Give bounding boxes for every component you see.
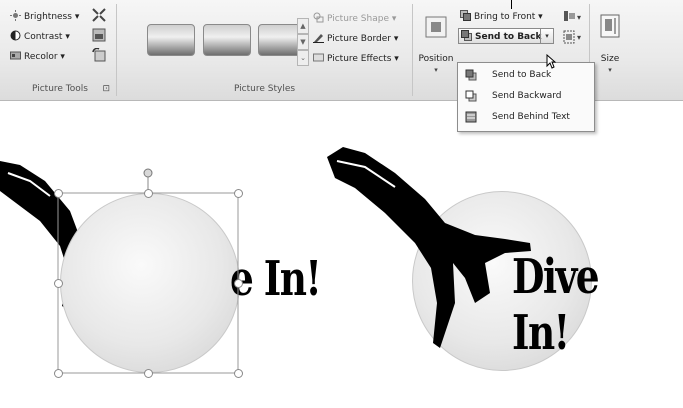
svg-text:▾: ▾ — [577, 33, 581, 42]
diver-clipart-right[interactable] — [325, 143, 540, 358]
size-group: Size ▾ — [590, 4, 630, 96]
resize-handle-top[interactable] — [144, 189, 153, 198]
shapes-icon — [313, 12, 324, 23]
contrast-label: Contrast — [24, 32, 63, 42]
recolor-label: Recolor — [24, 52, 58, 62]
dive-in-text-right: Dive In! — [512, 249, 600, 361]
picture-style-thumbnail-2[interactable] — [203, 24, 251, 56]
brightness-button[interactable]: Brightness ▾ — [10, 10, 79, 23]
sun-icon — [10, 10, 21, 21]
picture-styles-label: Picture Styles — [233, 84, 296, 94]
picture-tools-label: Picture Tools ⊡ — [32, 84, 110, 94]
callout-line — [511, 0, 512, 9]
size-dropdown-arrow: ▾ — [608, 66, 612, 74]
send-backward-icon — [465, 90, 477, 102]
menu-item-send-behind-text[interactable]: Send Behind Text — [458, 107, 594, 127]
bring-to-front-icon — [460, 10, 471, 21]
bring-to-front-button[interactable]: Bring to Front ▾ — [460, 10, 543, 23]
gallery-scroll-up[interactable]: ▲ — [297, 18, 309, 34]
position-dropdown-arrow: ▾ — [434, 66, 438, 74]
resize-handle-bottom[interactable] — [144, 369, 153, 378]
send-to-back-icon — [461, 30, 472, 41]
align-icon[interactable]: ▾ — [563, 10, 583, 22]
resize-handle-right[interactable] — [234, 279, 243, 288]
pen-icon — [313, 34, 324, 43]
picture-tools-group: Brightness ▾ Contrast ▾ Recolor ▾ Pictur… — [4, 4, 117, 96]
menu-item-send-to-back[interactable]: Send to Back — [458, 65, 594, 85]
send-to-back-split-button[interactable]: Send to Back ▾ — [458, 28, 554, 44]
resize-handle-left[interactable] — [54, 279, 63, 288]
position-button[interactable]: Position ▾ — [417, 10, 455, 80]
resize-handle-bottom-left[interactable] — [54, 369, 63, 378]
menu-item-label: Send Backward — [492, 91, 562, 101]
compress-pictures-icon[interactable] — [92, 8, 106, 22]
menu-item-label: Send Behind Text — [492, 112, 570, 122]
size-button[interactable]: Size ▾ — [592, 8, 628, 80]
send-behind-text-icon — [465, 111, 477, 123]
picture-style-thumbnail-1[interactable] — [147, 24, 195, 56]
brightness-label: Brightness — [24, 12, 72, 22]
recolor-button[interactable]: Recolor ▾ — [10, 50, 65, 63]
picture-styles-group: ▲ ▼ ⌄ Picture Shape ▾ Picture Border ▾ P… — [117, 4, 413, 96]
picture-border-label: Picture Border — [327, 34, 391, 44]
gallery-scroll-down[interactable]: ▼ — [297, 34, 309, 50]
size-icon — [600, 14, 620, 38]
size-label: Size — [600, 54, 620, 64]
dialog-launcher-icon[interactable]: ⊡ — [102, 84, 110, 94]
svg-text:▾: ▾ — [577, 13, 581, 22]
position-icon — [425, 16, 447, 38]
recolor-icon — [10, 51, 21, 60]
menu-item-label: Send to Back — [492, 70, 552, 80]
contrast-icon — [10, 30, 21, 41]
send-to-back-dropdown-arrow[interactable]: ▾ — [540, 29, 553, 43]
send-to-back-menu-icon — [465, 69, 477, 81]
picture-shape-label: Picture Shape — [327, 14, 389, 24]
selection-box — [57, 168, 239, 374]
menu-item-send-backward[interactable]: Send Backward — [458, 86, 594, 106]
picture-shape-button[interactable]: Picture Shape ▾ — [313, 12, 396, 25]
resize-handle-bottom-right[interactable] — [234, 369, 243, 378]
picture-border-button[interactable]: Picture Border ▾ — [313, 32, 398, 45]
send-to-back-menu: Send to Back Send Backward Send Behind T… — [457, 62, 595, 132]
resize-handle-top-left[interactable] — [54, 189, 63, 198]
change-picture-icon[interactable] — [92, 28, 106, 42]
gallery-more-button[interactable]: ⌄ — [297, 50, 309, 66]
picture-effects-button[interactable]: Picture Effects ▾ — [313, 52, 399, 65]
position-label: Position — [418, 54, 454, 64]
resize-handle-top-right[interactable] — [234, 189, 243, 198]
send-to-back-button[interactable]: Send to Back — [461, 30, 541, 43]
reset-picture-icon[interactable] — [92, 48, 106, 62]
group-icon[interactable]: ▾ — [563, 30, 583, 44]
mouse-cursor-icon — [546, 54, 556, 69]
send-to-back-label: Send to Back — [475, 32, 542, 42]
picture-effects-label: Picture Effects — [327, 54, 392, 64]
bring-to-front-label: Bring to Front — [474, 12, 536, 22]
document-canvas: e In! Dive In! — [0, 101, 683, 408]
contrast-button[interactable]: Contrast ▾ — [10, 30, 70, 43]
effects-icon — [313, 53, 324, 62]
